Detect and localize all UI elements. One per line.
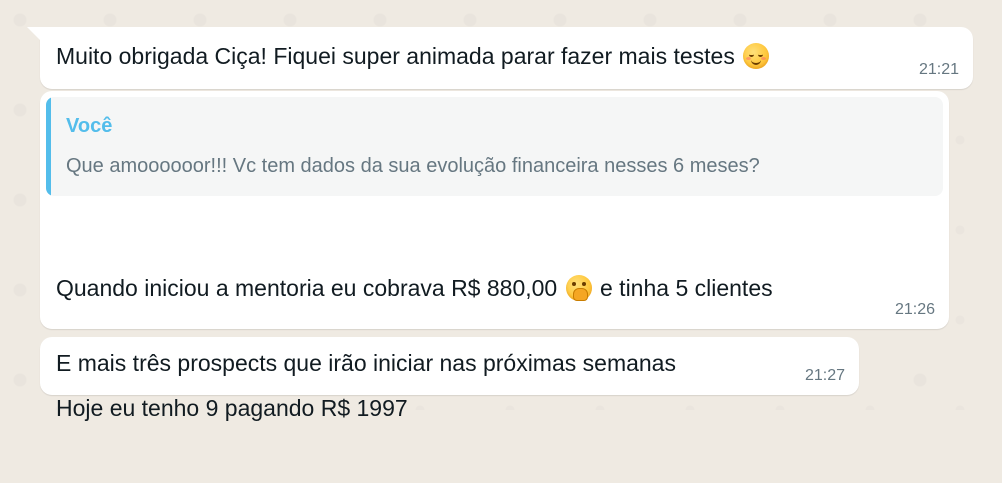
message-timestamp: 21:26	[894, 301, 935, 318]
bubble-tail	[27, 27, 41, 41]
message-bubble[interactable]: E mais três prospects que irão iniciar n…	[40, 337, 859, 395]
face-with-hand-over-mouth-icon	[565, 275, 592, 301]
message-bubble[interactable]: Muito obrigada Ciça! Fiquei super animad…	[27, 27, 973, 89]
message-timestamp: 21:27	[804, 367, 845, 384]
message-line: Hoje eu tenho 9 pagando R$ 1997	[56, 395, 408, 421]
message-text: Muito obrigada Ciça! Fiquei super animad…	[56, 41, 771, 71]
quote-accent-bar	[46, 97, 51, 196]
message-text-content: Muito obrigada Ciça! Fiquei super animad…	[56, 43, 735, 69]
quoted-message[interactable]: Você Que amoooooor!!! Vc tem dados da su…	[46, 97, 943, 196]
message-line: Quando iniciou a mentoria eu cobrava R$ …	[56, 273, 773, 303]
smiling-face-icon	[743, 43, 770, 69]
quote-text: Que amoooooor!!! Vc tem dados da sua evo…	[66, 155, 760, 177]
message-bubble[interactable]: Você Que amoooooor!!! Vc tem dados da su…	[40, 91, 949, 421]
message-timestamp: 21:21	[918, 61, 959, 78]
quote-author: Você	[66, 115, 113, 137]
message-text: E mais três prospects que irão iniciar n…	[56, 350, 676, 376]
message-line-text: Quando iniciou a mentoria eu cobrava R$ …	[56, 275, 558, 301]
message-line-text: e tinha 5 clientes	[600, 275, 773, 301]
